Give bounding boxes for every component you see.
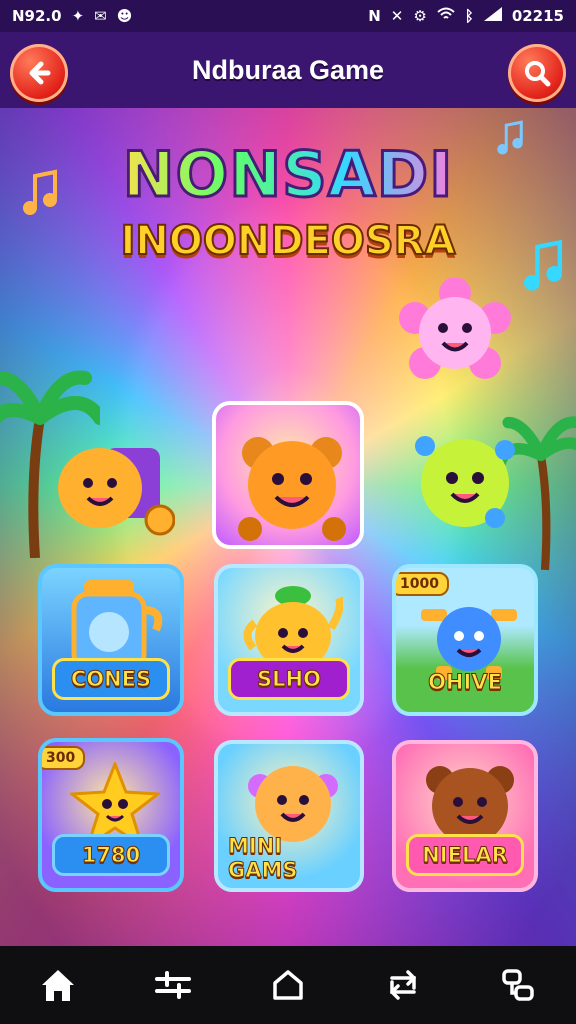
pink-flower-character bbox=[399, 278, 511, 379]
notification-icon: ☻ bbox=[116, 7, 133, 25]
status-time-right: 02215 bbox=[511, 7, 564, 25]
card-badge: 1000 bbox=[396, 572, 449, 596]
game-logo-line1: NONSADI bbox=[0, 137, 576, 213]
signal-icon bbox=[483, 7, 502, 25]
mute-icon: ✕ bbox=[390, 7, 404, 25]
status-time-left: N92.0 bbox=[12, 7, 62, 25]
nav-swap[interactable] bbox=[371, 953, 435, 1017]
top-header: Ndburaa Game bbox=[0, 32, 576, 108]
notification-icon: ✉ bbox=[94, 7, 107, 25]
orange-bear-character bbox=[238, 437, 346, 541]
back-button[interactable] bbox=[10, 44, 68, 102]
link-icon bbox=[502, 969, 535, 1001]
house-outline-icon bbox=[273, 970, 303, 1000]
game-card-mini-games[interactable]: MINI GAMS bbox=[214, 740, 364, 892]
featured-game-card[interactable] bbox=[212, 401, 364, 549]
wifi-icon bbox=[437, 7, 455, 25]
game-card-slho[interactable]: SLHO bbox=[214, 564, 364, 716]
game-card-nielar[interactable]: NIELAR bbox=[392, 740, 538, 892]
card-label: SLHO bbox=[228, 658, 350, 700]
game-card-ohive[interactable]: 1000 OHIVE bbox=[392, 564, 538, 716]
nav-home[interactable] bbox=[26, 953, 90, 1017]
home-icon bbox=[41, 970, 74, 1001]
bottom-navigation bbox=[0, 946, 576, 1024]
purse-character bbox=[58, 448, 175, 536]
settings-icon: ⚙ bbox=[413, 7, 427, 25]
notification-icon: ✦ bbox=[71, 7, 85, 25]
search-button[interactable] bbox=[508, 44, 566, 102]
nav-equalizer[interactable] bbox=[141, 953, 205, 1017]
card-label: OHIVE bbox=[428, 670, 503, 695]
game-card-1780[interactable]: 300 1780 bbox=[38, 738, 184, 892]
nfc-icon: N bbox=[368, 7, 381, 25]
search-icon bbox=[525, 61, 551, 87]
game-scene: NONSADI INOONDEOSRA CONES SLHO 1000 OHIV… bbox=[0, 108, 576, 946]
nav-house[interactable] bbox=[256, 953, 320, 1017]
game-card-cones[interactable]: CONES bbox=[38, 564, 184, 716]
nav-link[interactable] bbox=[486, 953, 550, 1017]
card-label: 1780 bbox=[52, 834, 170, 876]
equalizer-icon bbox=[154, 971, 191, 999]
status-bar: N92.0 ✦ ✉ ☻ N ✕ ⚙ ᛒ 02215 bbox=[0, 0, 576, 32]
card-label: MINI GAMS bbox=[228, 834, 299, 883]
card-label: CONES bbox=[52, 658, 170, 700]
swap-icon bbox=[390, 970, 416, 1000]
lime-ball-character bbox=[415, 436, 515, 528]
pink-ball-character bbox=[248, 766, 338, 842]
card-label: NIELAR bbox=[406, 834, 524, 876]
page-title: Ndburaa Game bbox=[191, 54, 385, 85]
game-logo-line2: INOONDEOSRA bbox=[120, 217, 457, 265]
back-arrow-icon bbox=[29, 61, 51, 85]
bluetooth-icon: ᛒ bbox=[464, 7, 474, 25]
